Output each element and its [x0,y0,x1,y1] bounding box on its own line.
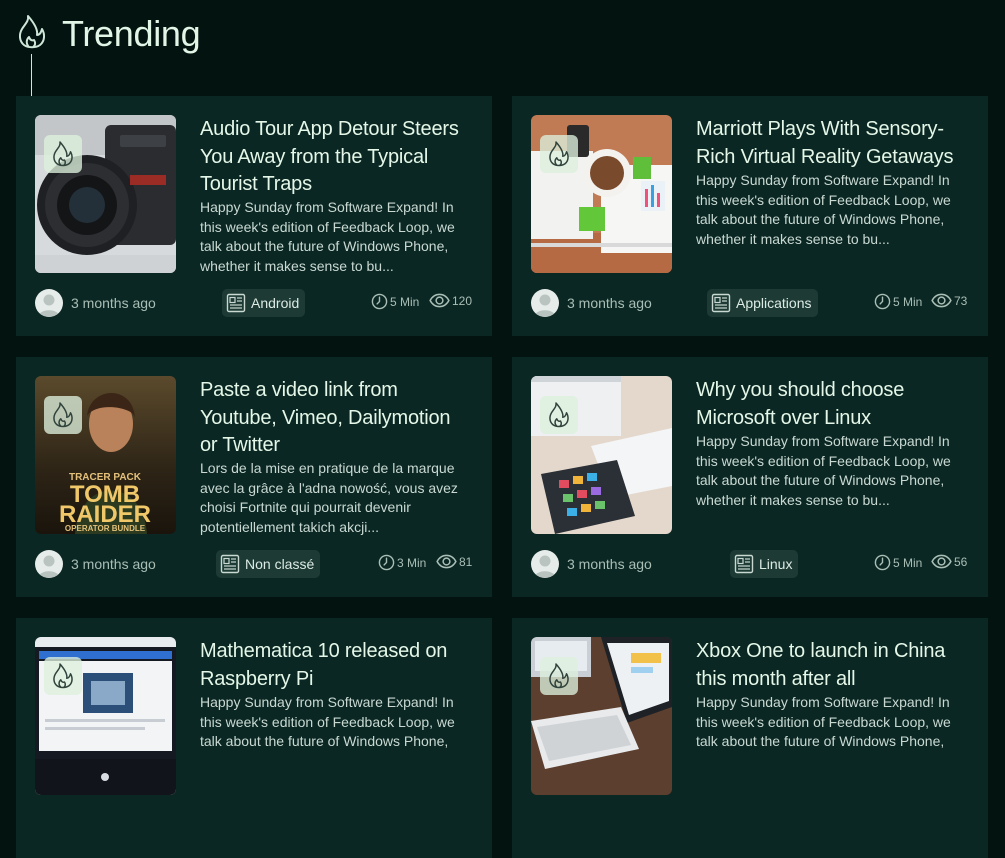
category-label: Linux [759,556,793,572]
view-count: 56 [931,554,967,569]
user-icon [35,550,63,578]
post-thumbnail[interactable] [35,637,176,795]
post-thumbnail[interactable] [531,376,672,534]
post-thumbnail[interactable]: TRACER PACK TOMB RAIDER OPERATOR BUNDLE [35,376,176,534]
eye-icon [429,293,450,308]
page-title: Trending [62,13,201,54]
flame-icon [51,140,75,168]
post-time: 3 months ago [71,556,156,572]
post-excerpt: Happy Sunday from Software Expand! In th… [200,694,455,750]
post-card[interactable]: TRACER PACK TOMB RAIDER OPERATOR BUNDLE … [16,357,492,597]
view-count: 73 [931,293,967,308]
flame-icon [547,401,571,429]
flame-icon [16,14,48,50]
read-time: 5 Min [874,554,922,571]
category-tag[interactable]: Non classé [216,550,321,578]
category-tag[interactable]: Applications [707,289,818,317]
document-icon [711,293,731,313]
category-label: Applications [736,295,812,311]
post-thumbnail[interactable] [531,115,672,273]
post-card[interactable]: Audio Tour App Detour Steers You Away fr… [16,96,492,336]
post-thumbnail[interactable] [35,115,176,273]
category-tag[interactable]: Android [222,289,306,317]
user-icon [531,289,559,317]
post-excerpt: Lors de la mise en pratique de la marque… [200,460,458,536]
post-excerpt: Happy Sunday from Software Expand! In th… [696,694,951,750]
trending-badge [540,657,578,695]
page-header: Trending [16,12,416,100]
avatar[interactable] [531,550,559,578]
post-card[interactable]: Why you should choose Microsoft over Lin… [512,357,988,597]
header-divider [31,54,32,100]
flame-icon [547,662,571,690]
clock-icon [874,554,891,571]
post-time: 3 months ago [567,295,652,311]
clock-icon [371,293,388,310]
eye-icon [931,554,952,569]
post-excerpt: Happy Sunday from Software Expand! In th… [200,199,455,275]
image-text-bottom: OPERATOR BUNDLE [65,524,146,533]
trending-badge [540,396,578,434]
user-icon [35,289,63,317]
document-icon [226,293,246,313]
trending-badge [44,657,82,695]
view-count: 120 [429,293,472,308]
post-card[interactable]: Mathematica 10 released on Raspberry Pi … [16,618,492,858]
user-icon [531,550,559,578]
post-title[interactable]: Paste a video link from Youtube, Vimeo, … [200,377,470,460]
post-card[interactable]: Xbox One to launch in China this month a… [512,618,988,858]
post-time: 3 months ago [567,556,652,572]
post-title[interactable]: Audio Tour App Detour Steers You Away fr… [200,116,470,199]
trending-badge [44,135,82,173]
avatar[interactable] [35,289,63,317]
clock-icon [874,293,891,310]
flame-icon [51,401,75,429]
post-excerpt: Happy Sunday from Software Expand! In th… [696,433,951,509]
post-title[interactable]: Why you should choose Microsoft over Lin… [696,377,966,432]
document-icon [220,554,240,574]
category-label: Android [251,295,300,311]
post-title[interactable]: Mathematica 10 released on Raspberry Pi [200,638,470,693]
clock-icon [378,554,395,571]
post-time: 3 months ago [71,295,156,311]
category-tag[interactable]: Linux [730,550,799,578]
avatar[interactable] [35,550,63,578]
post-card[interactable]: Marriott Plays With Sensory-Rich Virtual… [512,96,988,336]
post-thumbnail[interactable] [531,637,672,795]
read-time: 5 Min [371,293,419,310]
document-icon [734,554,754,574]
view-count: 81 [436,554,472,569]
avatar[interactable] [531,289,559,317]
read-time: 5 Min [874,293,922,310]
post-title[interactable]: Marriott Plays With Sensory-Rich Virtual… [696,116,966,171]
post-title[interactable]: Xbox One to launch in China this month a… [696,638,966,693]
flame-icon [547,140,571,168]
flame-icon [51,662,75,690]
category-label: Non classé [245,556,315,572]
trending-badge [44,396,82,434]
eye-icon [931,293,952,308]
post-excerpt: Happy Sunday from Software Expand! In th… [696,172,951,248]
read-time: 3 Min [378,554,426,571]
trending-badge [540,135,578,173]
eye-icon [436,554,457,569]
